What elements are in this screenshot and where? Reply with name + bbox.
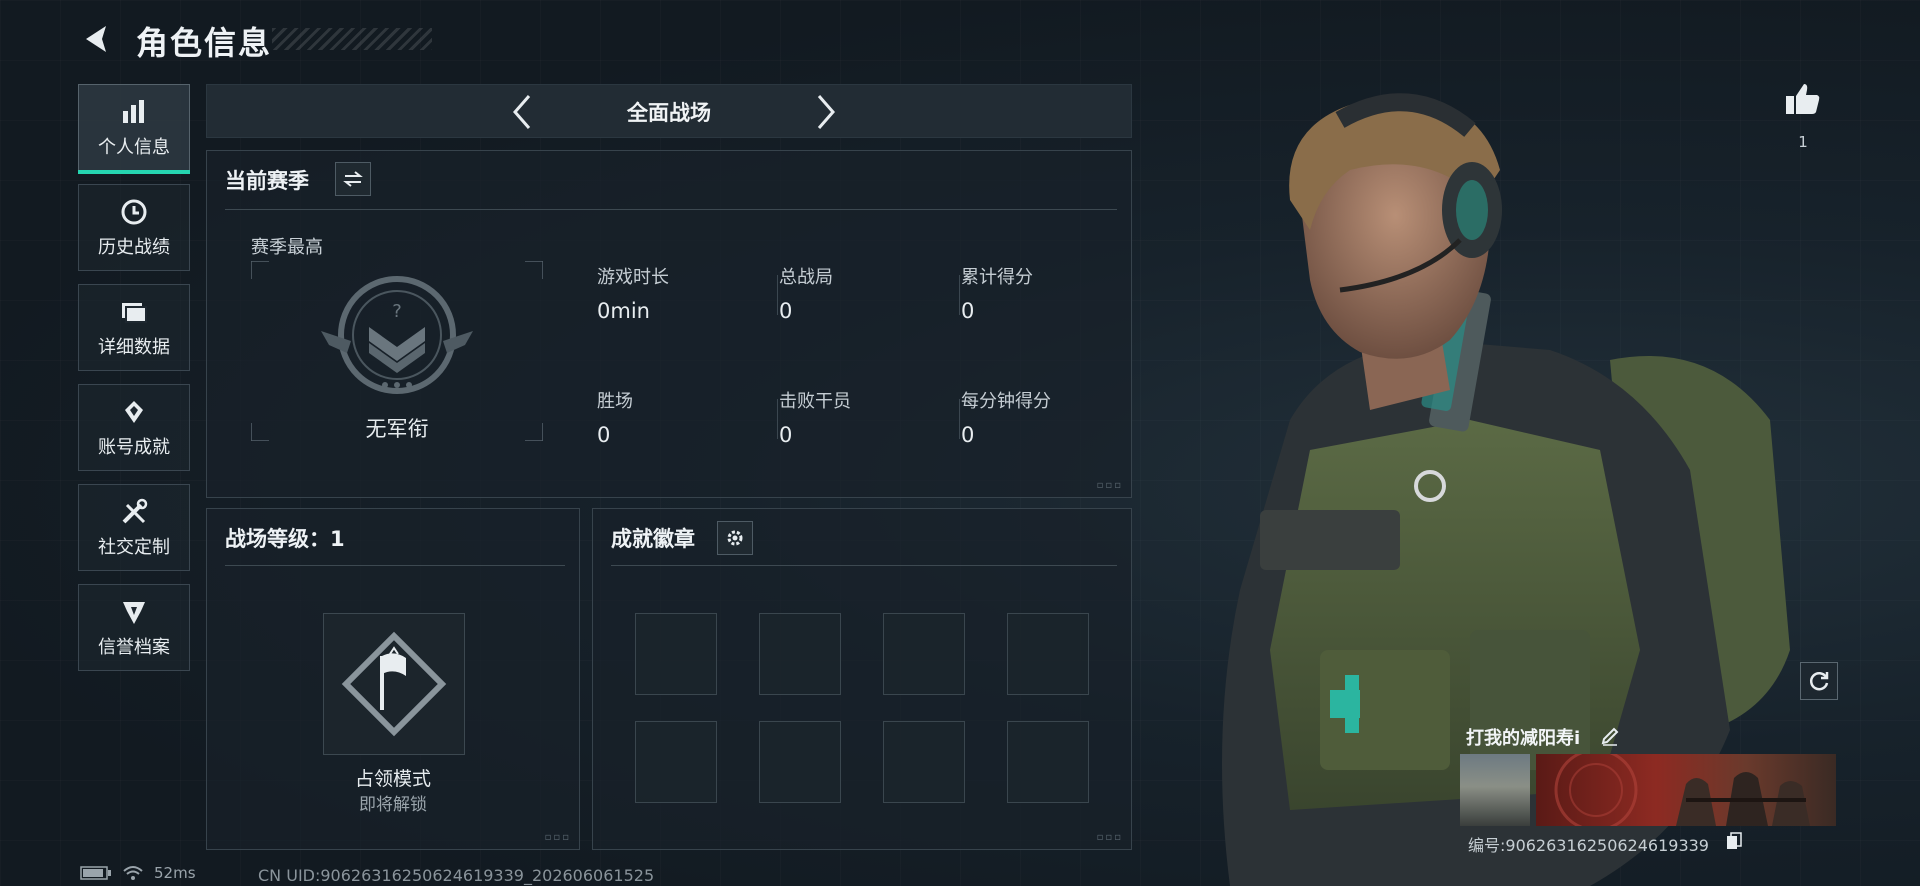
season-title: 当前赛季 <box>225 169 309 193</box>
credit-shield-icon <box>123 601 145 624</box>
like-count: 1 <box>1798 133 1808 151</box>
player-banner <box>1536 754 1836 826</box>
stat-value: 0 <box>779 299 793 323</box>
badge-settings-button[interactable] <box>717 521 753 555</box>
badge-slot[interactable] <box>883 613 965 695</box>
stat-label: 每分钟得分 <box>961 391 1051 412</box>
mode-label: 全面战场 <box>627 101 711 125</box>
banner-artwork <box>1554 754 1810 826</box>
stat-total-score: 累计得分 0 <box>961 263 1033 323</box>
sidebar-item-label: 信誉档案 <box>98 636 170 658</box>
ping-value: 52ms <box>154 864 196 882</box>
badge-slot[interactable] <box>759 613 841 695</box>
badge-slot[interactable] <box>759 721 841 803</box>
stat-label: 游戏时长 <box>597 267 669 288</box>
refresh-icon <box>1809 672 1829 691</box>
player-id: 编号:9062631625062461933​9 <box>1468 836 1709 855</box>
medal-icon <box>125 400 143 423</box>
wifi-icon <box>123 866 143 880</box>
bar-chart-icon <box>123 99 144 123</box>
panel-divider <box>225 209 1117 210</box>
battery-icon <box>80 866 111 880</box>
swap-season-button[interactable] <box>335 162 371 196</box>
stat-label: 累计得分 <box>961 267 1033 288</box>
stat-play-time: 游戏时长 0min <box>597 263 669 323</box>
status-bar: 52ms <box>80 864 196 882</box>
stat-value: 0 <box>779 423 793 447</box>
stat-divider <box>777 399 778 439</box>
badge-slot[interactable] <box>883 721 965 803</box>
mode-name: 占领模式 <box>354 768 431 790</box>
season-high-label: 赛季最高 <box>251 237 323 258</box>
stat-score-per-minute: 每分钟得分 0 <box>961 387 1051 447</box>
stat-divider <box>959 399 960 439</box>
sidebar-item-personal-info[interactable]: 个人信息 <box>78 84 190 174</box>
panel-divider <box>611 565 1117 566</box>
panel-divider <box>225 565 565 566</box>
folder-data-icon <box>122 302 147 323</box>
sidebar-item-label: 个人信息 <box>98 136 170 158</box>
achievement-badges-panel: 成就徽章 ▫▫▫ <box>592 508 1132 850</box>
season-panel: 当前赛季 赛季最高 ? 无军衔 游戏时长 0min 总战局 0 累计得分 0 胜… <box>206 150 1132 498</box>
back-arrow-icon[interactable] <box>78 20 116 58</box>
stat-label: 胜场 <box>597 391 633 412</box>
player-name: 打我的减阳寿i <box>1466 728 1581 749</box>
stat-value: 0 <box>961 299 975 323</box>
occupation-mode-tile[interactable] <box>323 613 465 755</box>
corner-decoration: ▫▫▫ <box>544 832 571 843</box>
stat-wins: 胜场 0 <box>597 387 633 447</box>
mode-selector: 全面战场 <box>206 84 1132 138</box>
edit-pencil-icon[interactable] <box>1600 726 1620 746</box>
badges-title: 成就徽章 <box>611 527 695 551</box>
copy-icon[interactable] <box>1726 832 1742 850</box>
badge-slot[interactable] <box>1007 721 1089 803</box>
stat-label: 总战局 <box>779 267 833 288</box>
sidebar-item-achievements[interactable]: 账号成就 <box>78 384 190 471</box>
mode-unlock-status: 即将解锁 <box>359 795 427 815</box>
badge-slot[interactable] <box>635 721 717 803</box>
stat-total-matches: 总战局 0 <box>779 263 833 323</box>
sidebar-item-label: 历史战绩 <box>98 236 170 258</box>
swap-arrows-icon <box>343 171 363 187</box>
sidebar-item-credit-record[interactable]: 信誉档案 <box>78 584 190 671</box>
uid-line: CN UID:9062631625062461933​9_20260606152… <box>258 866 655 885</box>
chevron-right-icon[interactable] <box>805 92 845 132</box>
corner-decoration: ▫▫▫ <box>1096 832 1123 843</box>
gear-icon <box>727 530 743 546</box>
player-card[interactable] <box>1460 754 1836 826</box>
sidebar-item-label: 账号成就 <box>98 436 170 458</box>
badge-slot[interactable] <box>635 613 717 695</box>
sidebar: 个人信息 历史战绩 详细数据 账号成就 社交定制 信誉档案 <box>78 84 192 684</box>
sidebar-item-detailed-data[interactable]: 详细数据 <box>78 284 190 371</box>
stat-value: 0 <box>961 423 975 447</box>
sidebar-item-label: 社交定制 <box>98 536 170 558</box>
rotate-character-button[interactable] <box>1800 662 1838 700</box>
corner-decoration: ▫▫▫ <box>1096 480 1123 491</box>
player-avatar <box>1460 754 1530 826</box>
title-decoration <box>272 28 432 50</box>
battlefield-level-title: 战场等级：1 <box>225 527 345 551</box>
flag-diamond-icon <box>341 631 447 737</box>
sidebar-item-label: 详细数据 <box>98 336 170 358</box>
svg-text:?: ? <box>392 301 402 322</box>
wrench-screwdriver-icon <box>122 498 148 523</box>
page-title: 角色信息 <box>136 24 273 62</box>
stat-label: 击败干员 <box>779 391 851 412</box>
sidebar-item-match-history[interactable]: 历史战绩 <box>78 184 190 271</box>
stat-divider <box>959 275 960 315</box>
history-clock-icon <box>121 199 147 224</box>
stat-value: 0min <box>597 299 650 323</box>
rank-name: 无军衔 <box>365 417 429 441</box>
badge-slot[interactable] <box>1007 613 1089 695</box>
stat-operators-defeated: 击败干员 0 <box>779 387 851 447</box>
battlefield-level-panel: 战场等级：1 占领模式 即将解锁 ▫▫▫ <box>206 508 580 850</box>
thumbs-up-icon[interactable] <box>1784 80 1822 118</box>
stat-value: 0 <box>597 423 611 447</box>
sidebar-item-social-custom[interactable]: 社交定制 <box>78 484 190 571</box>
stat-divider <box>777 275 778 315</box>
